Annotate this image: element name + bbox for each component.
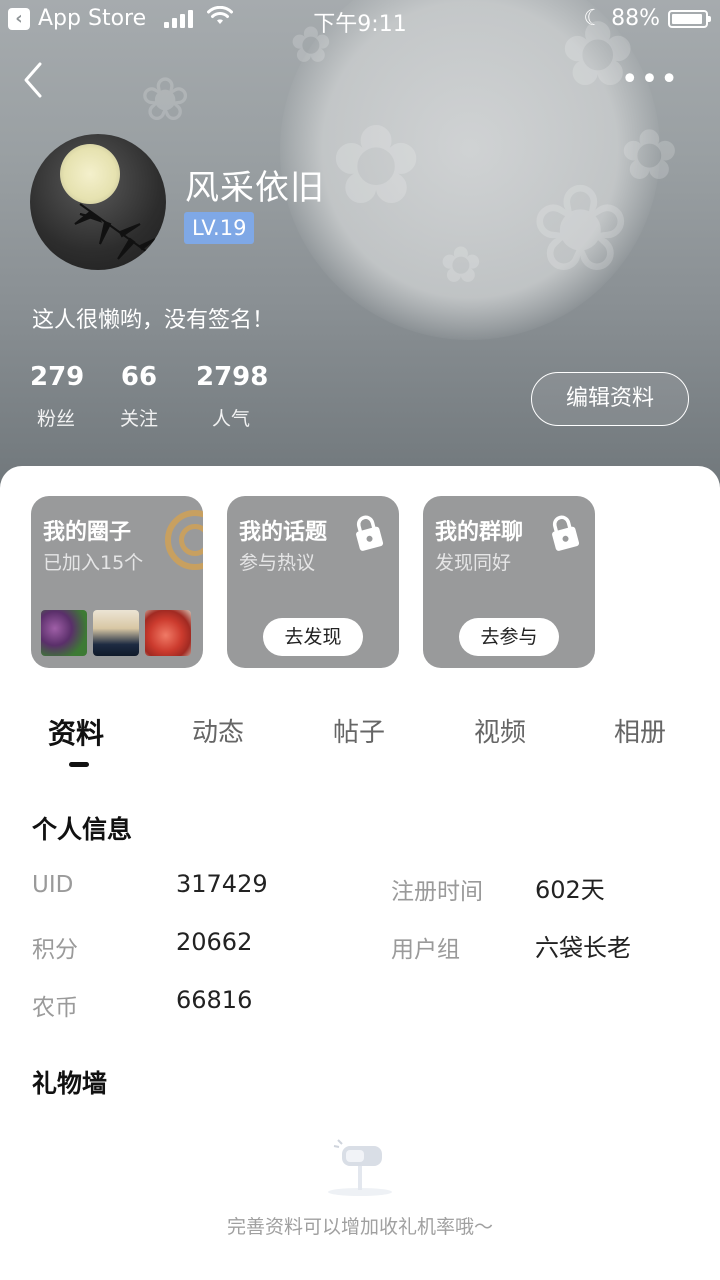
info-label-user-group: 用户组 — [391, 937, 460, 963]
stat-value: 66 — [120, 362, 158, 392]
tab-videos[interactable]: 视频 — [474, 712, 526, 749]
stat-popularity[interactable]: 2798 人气 — [196, 362, 269, 431]
flower-decoration-icon: ✿ — [620, 114, 679, 196]
back-icon[interactable] — [20, 60, 50, 100]
stat-label: 人气 — [211, 408, 250, 430]
info-label-coins: 农币 — [32, 995, 78, 1021]
gift-wall-title: 礼物墙 — [32, 1069, 108, 1098]
edit-profile-button[interactable]: 编辑资料 — [531, 372, 689, 426]
stat-label: 粉丝 — [36, 408, 75, 430]
lock-icon — [552, 515, 580, 551]
tab-profile[interactable]: 资料 — [48, 712, 104, 752]
card-subtitle: 参与热议 — [239, 552, 316, 574]
level-badge: LV.19 — [184, 212, 255, 244]
battery-percent: 88% — [611, 6, 660, 31]
tab-album[interactable]: 相册 — [614, 712, 666, 749]
bamboo-leaves-icon — [74, 203, 156, 260]
card-title: 我的圈子 — [43, 520, 132, 545]
signature: 这人很懒哟，没有签名！ — [32, 308, 275, 333]
circle-thumbnails — [41, 610, 191, 656]
card-subtitle: 已加入15个 — [43, 552, 144, 574]
stat-followers[interactable]: 279 粉丝 — [30, 362, 85, 431]
card-title: 我的群聊 — [435, 520, 524, 545]
info-label-register-time: 注册时间 — [391, 879, 483, 905]
flower-decoration-icon: ❀ — [530, 160, 631, 299]
flower-decoration-icon: ✿ — [440, 236, 482, 294]
my-group-chats-card[interactable]: 我的群聊 发现同好 去参与 — [423, 496, 595, 668]
gift-wall-empty-tip: 完善资料可以增加收礼机率哦～ — [226, 1216, 493, 1238]
flower-decoration-icon: ✿ — [330, 101, 423, 229]
info-value-uid: 317429 — [176, 870, 268, 898]
active-tab-indicator — [69, 762, 89, 767]
battery-icon — [668, 9, 711, 28]
card-title: 我的话题 — [239, 520, 328, 545]
profile-tabs: 资料 动态 帖子 视频 相册 — [0, 712, 720, 772]
my-circles-card[interactable]: 我的圈子 已加入15个 — [31, 496, 203, 668]
avatar[interactable] — [30, 134, 166, 270]
lock-icon — [356, 515, 384, 551]
more-icon[interactable]: ••• — [621, 62, 680, 97]
empty-mailbox-icon — [328, 1139, 392, 1196]
tab-activity[interactable]: 动态 — [192, 712, 244, 749]
info-value-points: 20662 — [176, 928, 253, 956]
my-topics-card[interactable]: 我的话题 参与热议 去发现 — [227, 496, 399, 668]
stat-following[interactable]: 66 关注 — [116, 362, 162, 431]
flower-decoration-icon: ❀ — [140, 65, 191, 135]
info-label-uid: UID — [32, 872, 74, 898]
stat-value: 2798 — [196, 362, 269, 392]
username: 风采依旧 — [185, 168, 325, 208]
circle-thumbnail — [93, 610, 139, 656]
circle-thumbnail — [145, 610, 191, 656]
tab-posts[interactable]: 帖子 — [333, 712, 385, 749]
stat-label: 关注 — [119, 408, 158, 430]
status-bar: ‹ App Store 下午9:11 ☾ 88% — [0, 0, 720, 40]
circle-logo-icon — [165, 510, 203, 570]
personal-info-title: 个人信息 — [32, 815, 133, 844]
info-label-points: 积分 — [32, 937, 78, 963]
moon-icon: ☾ — [583, 6, 604, 31]
info-value-register-time: 602天 — [535, 876, 605, 904]
circle-thumbnail — [41, 610, 87, 656]
card-subtitle: 发现同好 — [435, 552, 512, 574]
stat-value: 279 — [30, 362, 85, 392]
info-value-coins: 66816 — [176, 986, 253, 1014]
discover-button[interactable]: 去发现 — [263, 618, 363, 656]
info-value-user-group: 六袋长老 — [535, 934, 631, 962]
join-button[interactable]: 去参与 — [459, 618, 559, 656]
